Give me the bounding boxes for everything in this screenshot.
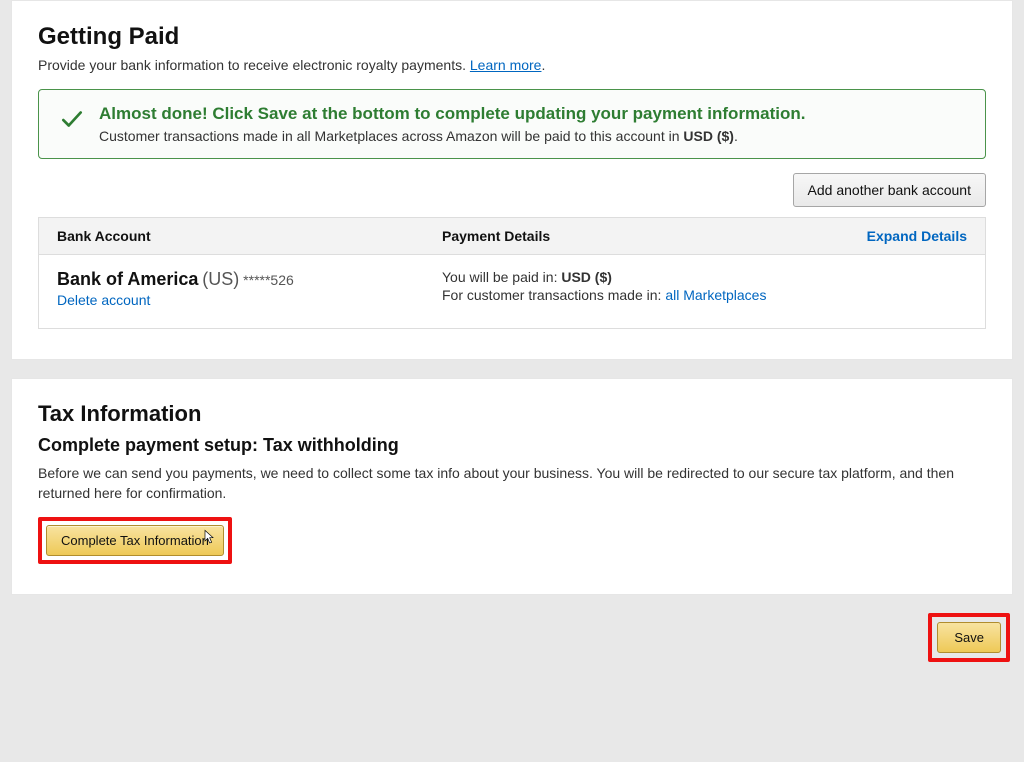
paid-in-line: You will be paid in: USD ($) [442,269,837,285]
col-bank-header: Bank Account [57,228,442,244]
alert-title: Almost done! Click Save at the bottom to… [99,104,969,124]
getting-paid-card: Getting Paid Provide your bank informati… [11,0,1013,360]
tax-info-card: Tax Information Complete payment setup: … [11,378,1013,595]
tx-line: For customer transactions made in: all M… [442,287,837,303]
bank-table-head: Bank Account Payment Details Expand Deta… [39,218,985,255]
save-button[interactable]: Save [937,622,1001,653]
expand-details-link[interactable]: Expand Details [837,228,967,244]
tax-title: Tax Information [38,401,986,427]
success-alert: Almost done! Click Save at the bottom to… [38,89,986,159]
delete-account-link[interactable]: Delete account [57,292,150,308]
bank-name-line: Bank of America (US) *****526 [57,269,442,290]
add-bank-button[interactable]: Add another bank account [793,173,986,207]
getting-paid-subtext: Provide your bank information to receive… [38,57,986,73]
alert-body: Customer transactions made in all Market… [99,128,969,144]
save-button-highlight: Save [928,613,1010,662]
bank-table: Bank Account Payment Details Expand Deta… [38,217,986,329]
complete-tax-info-button[interactable]: Complete Tax Information [46,525,224,556]
learn-more-link[interactable]: Learn more [470,57,542,73]
tax-button-highlight: Complete Tax Information [38,517,232,564]
col-pay-header: Payment Details [442,228,837,244]
save-row: Save [0,613,1024,676]
tax-subtitle: Complete payment setup: Tax withholding [38,435,986,456]
getting-paid-title: Getting Paid [38,23,986,51]
check-icon [59,106,85,132]
all-marketplaces-link[interactable]: all Marketplaces [665,287,766,303]
table-row: Bank of America (US) *****526 Delete acc… [39,255,985,328]
tax-body: Before we can send you payments, we need… [38,464,986,503]
